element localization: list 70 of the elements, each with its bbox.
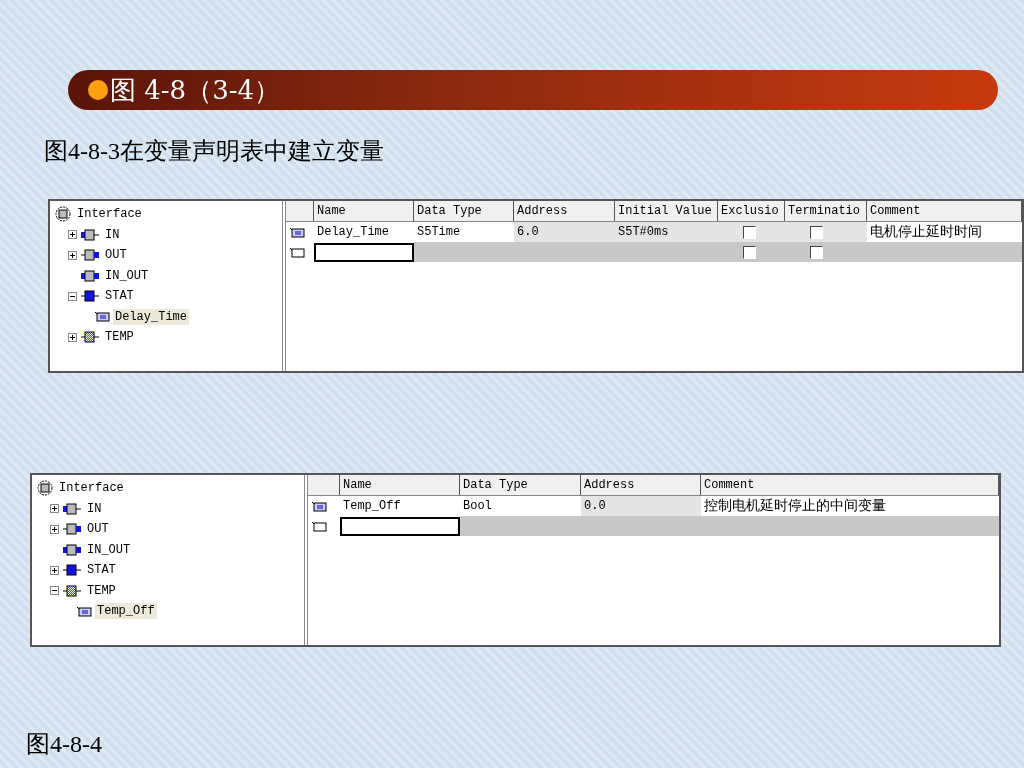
column-header[interactable]: Name: [314, 201, 414, 221]
empty-row-icon: [289, 246, 305, 258]
table-cell-text: Bool: [462, 498, 493, 515]
name-input-field[interactable]: [314, 242, 414, 262]
table-cell-text: Delay_Time: [316, 224, 390, 241]
column-header[interactable]: Terminatio: [785, 201, 867, 221]
output-block-icon: [62, 523, 82, 536]
column-header[interactable]: Data Type: [414, 201, 514, 221]
bullet-icon: [88, 80, 108, 100]
temp-block-icon: [80, 331, 100, 344]
input-block-icon: [62, 502, 82, 515]
table-cell-text: Temp_Off: [342, 498, 402, 515]
tree-item[interactable]: IN_OUT: [85, 541, 133, 558]
column-header[interactable]: Address: [581, 475, 701, 495]
empty-row-icon: [311, 520, 327, 532]
tree-item[interactable]: Temp_Off: [95, 603, 157, 620]
tree-item[interactable]: TEMP: [103, 329, 136, 346]
expand-icon[interactable]: [68, 230, 77, 240]
tree-item[interactable]: Interface: [57, 480, 126, 497]
tree-item[interactable]: Delay_Time: [113, 308, 189, 325]
static-block-icon: [62, 564, 82, 577]
interface-icon: [36, 480, 54, 497]
table-cell: 6.0: [514, 222, 615, 242]
tree-item[interactable]: OUT: [85, 521, 111, 538]
table-cell-text: 控制电机延时停止的中间变量: [703, 496, 887, 515]
tree-item[interactable]: STAT: [85, 562, 118, 579]
tree-item[interactable]: IN: [85, 500, 104, 517]
tree-item[interactable]: Interface: [75, 206, 144, 223]
tree-item[interactable]: IN_OUT: [103, 267, 151, 284]
column-header[interactable]: Name: [340, 475, 460, 495]
expand-icon[interactable]: [68, 250, 77, 260]
table-cell: 0.0: [581, 496, 701, 516]
column-header[interactable]: Exclusio: [718, 201, 785, 221]
in-out-block-icon: [62, 543, 82, 556]
in-out-block-icon: [80, 269, 100, 282]
figure-caption: 图4-8-3在变量声明表中建立变量: [44, 137, 384, 166]
static-block-icon: [80, 290, 100, 303]
variable-icon: [289, 226, 305, 238]
table-cell-text: 电机停止延时时间: [869, 222, 983, 241]
tree-item[interactable]: TEMP: [85, 582, 118, 599]
checkbox[interactable]: [743, 225, 756, 239]
column-header[interactable]: Data Type: [460, 475, 581, 495]
variable-icon: [311, 500, 327, 512]
table-cell: S5T#0ms: [615, 222, 718, 242]
checkbox[interactable]: [810, 245, 823, 259]
column-header[interactable]: Comment: [701, 475, 999, 495]
variable-icon: [76, 605, 92, 617]
temp-block-icon: [62, 584, 82, 597]
tree-item[interactable]: IN: [103, 226, 122, 243]
expand-icon[interactable]: [50, 504, 59, 514]
column-header[interactable]: Address: [514, 201, 615, 221]
figure-caption: 图4-8-4: [26, 730, 102, 759]
expand-icon[interactable]: [68, 332, 77, 342]
expand-icon[interactable]: [50, 524, 59, 534]
tree-item[interactable]: STAT: [103, 288, 136, 305]
checkbox[interactable]: [743, 245, 756, 259]
column-header[interactable]: Comment: [867, 201, 1022, 221]
tree-item[interactable]: OUT: [103, 247, 129, 264]
expand-icon[interactable]: [50, 565, 59, 575]
checkbox[interactable]: [810, 225, 823, 239]
table-cell-text: S5Time: [416, 224, 462, 241]
column-header[interactable]: Initial Value: [615, 201, 718, 221]
variable-icon: [94, 311, 110, 323]
output-block-icon: [80, 249, 100, 262]
collapse-icon[interactable]: [50, 586, 59, 596]
name-input-field[interactable]: [340, 516, 460, 536]
collapse-icon[interactable]: [68, 291, 77, 301]
input-block-icon: [80, 228, 100, 241]
interface-icon: [54, 206, 72, 223]
slide-title: 图 4-8（3-4）: [110, 73, 280, 107]
